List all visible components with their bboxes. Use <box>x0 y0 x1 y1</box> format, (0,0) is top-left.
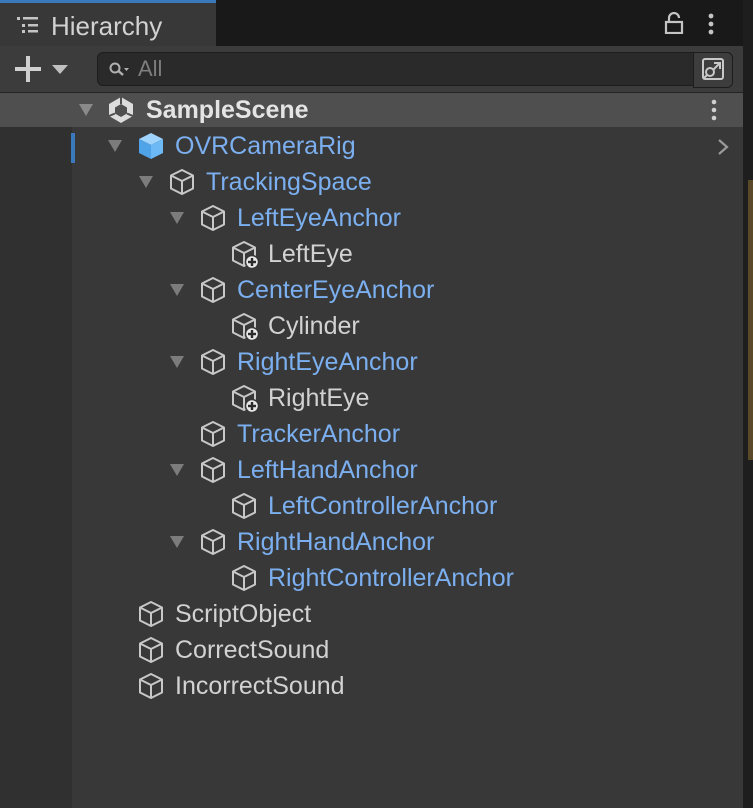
foldout-expanded-icon[interactable] <box>108 140 122 152</box>
scene-view-search-button[interactable] <box>693 52 733 88</box>
cube-icon <box>139 673 163 699</box>
lock-icon[interactable] <box>664 12 686 34</box>
tree-item-right-eye[interactable]: RightEye <box>0 380 743 416</box>
cube-added-icon <box>232 385 259 413</box>
cube-icon <box>201 421 225 447</box>
cube-added-icon <box>232 241 259 269</box>
tab-title: Hierarchy <box>51 11 163 41</box>
cube-icon <box>201 277 225 303</box>
tree-item-label: TrackingSpace <box>206 168 372 196</box>
foldout-expanded-icon[interactable] <box>170 356 184 368</box>
add-dropdown-button[interactable] <box>12 54 74 84</box>
cube-icon <box>139 637 163 663</box>
adjacent-panel-strip <box>748 180 753 460</box>
tree-item-center-eye-anchor[interactable]: CenterEyeAnchor <box>0 272 743 308</box>
tree-item-label: RightEye <box>268 384 370 412</box>
tree-item-label: Cylinder <box>268 312 360 340</box>
cube-icon <box>201 349 225 375</box>
scene-kebab-menu-icon[interactable] <box>708 98 720 122</box>
scene-name: SampleScene <box>146 96 309 124</box>
scene-header-row[interactable]: SampleScene <box>0 93 743 127</box>
prefab-cube-icon <box>139 133 163 159</box>
kebab-menu-icon[interactable] <box>704 12 718 36</box>
tree-item-label: RightHandAnchor <box>237 528 435 556</box>
tree-item-label: LeftControllerAnchor <box>268 492 498 520</box>
search-input[interactable] <box>138 57 678 81</box>
tree-item-incorrect-sound[interactable]: IncorrectSound <box>0 668 743 704</box>
tree-item-label: RightEyeAnchor <box>237 348 418 376</box>
tree-item-label: CenterEyeAnchor <box>237 276 435 304</box>
tab-bar: Hierarchy <box>0 0 743 46</box>
cube-added-icon <box>232 313 259 341</box>
foldout-expanded-icon[interactable] <box>139 176 153 188</box>
tree-item-label: LeftHandAnchor <box>237 456 418 484</box>
cube-icon <box>201 529 225 555</box>
tree-item-ovrcamera-rig[interactable]: OVRCameraRig <box>0 128 743 164</box>
tree-item-label: CorrectSound <box>175 636 330 664</box>
tree-item-right-controller-anchor[interactable]: RightControllerAnchor <box>0 560 743 596</box>
tree-item-right-eye-anchor[interactable]: RightEyeAnchor <box>0 344 743 380</box>
hierarchy-tree: SampleScene OVRCameraRig TrackingSpace Lef… <box>0 93 743 808</box>
tree-item-label: IncorrectSound <box>175 672 345 700</box>
cube-icon <box>201 205 225 231</box>
tree-item-left-eye-anchor[interactable]: LeftEyeAnchor <box>0 200 743 236</box>
tree-item-label: LeftEyeAnchor <box>237 204 401 232</box>
hierarchy-list-icon <box>17 17 38 33</box>
selection-marker <box>71 133 75 163</box>
foldout-expanded-icon[interactable] <box>79 104 93 116</box>
tab-hierarchy[interactable]: Hierarchy <box>0 0 216 46</box>
cube-icon <box>232 565 256 591</box>
search-field[interactable] <box>97 52 733 88</box>
tree-item-label: OVRCameraRig <box>175 132 356 160</box>
tree-item-label: TrackerAnchor <box>237 420 401 448</box>
hierarchy-panel: Hierarchy All SampleScene OVRCameraRig T… <box>0 0 743 808</box>
tree-item-tracking-space[interactable]: TrackingSpace <box>0 164 743 200</box>
cube-icon <box>232 493 256 519</box>
open-prefab-chevron-icon[interactable] <box>716 137 730 157</box>
cube-icon <box>201 457 225 483</box>
tree-item-label: LeftEye <box>268 240 353 268</box>
tree-item-cylinder[interactable]: Cylinder <box>0 308 743 344</box>
tree-item-tracker-anchor[interactable]: TrackerAnchor <box>0 416 743 452</box>
tree-item-script-object[interactable]: ScriptObject <box>0 596 743 632</box>
tree-item-label: RightControllerAnchor <box>268 564 514 592</box>
foldout-expanded-icon[interactable] <box>170 212 184 224</box>
tree-item-right-hand-anchor[interactable]: RightHandAnchor <box>0 524 743 560</box>
search-icon <box>109 62 129 76</box>
hierarchy-toolbar <box>0 46 743 93</box>
tree-item-correct-sound[interactable]: CorrectSound <box>0 632 743 668</box>
foldout-expanded-icon[interactable] <box>170 536 184 548</box>
open-in-scene-icon <box>702 58 724 80</box>
cube-icon <box>170 169 194 195</box>
tree-item-label: ScriptObject <box>175 600 312 628</box>
unity-scene-icon <box>108 97 134 123</box>
cube-icon <box>139 601 163 627</box>
foldout-expanded-icon[interactable] <box>170 284 184 296</box>
tree-item-left-eye[interactable]: LeftEye <box>0 236 743 272</box>
foldout-expanded-icon[interactable] <box>170 464 184 476</box>
adjacent-panel-edge <box>743 0 753 808</box>
tree-item-left-hand-anchor[interactable]: LeftHandAnchor <box>0 452 743 488</box>
tree-item-left-controller-anchor[interactable]: LeftControllerAnchor <box>0 488 743 524</box>
